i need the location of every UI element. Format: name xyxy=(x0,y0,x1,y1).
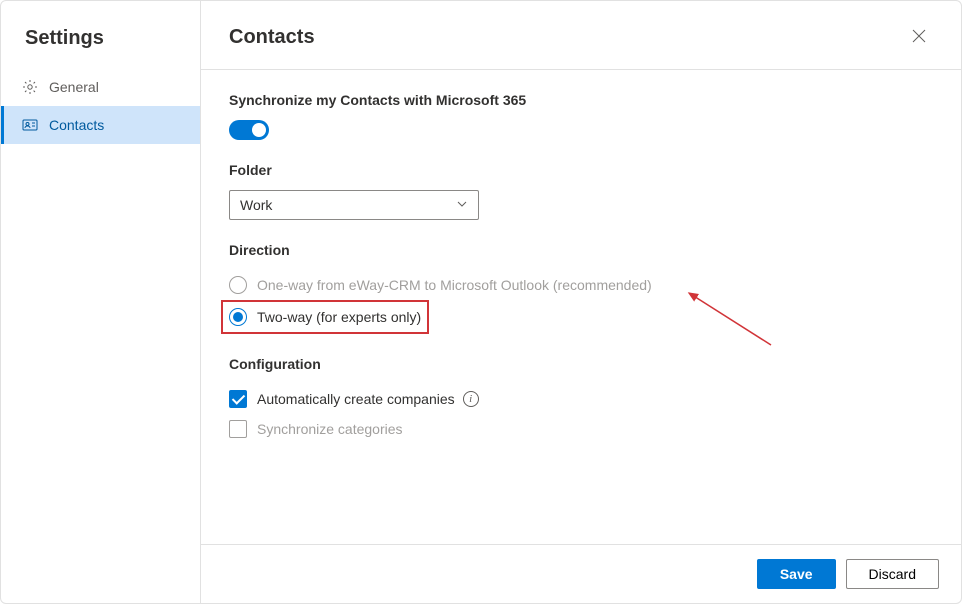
folder-label: Folder xyxy=(229,162,933,178)
radio-label: Two-way (for experts only) xyxy=(257,309,421,325)
direction-label: Direction xyxy=(229,242,933,258)
main-header: Contacts xyxy=(201,1,961,70)
radio-icon xyxy=(229,276,247,294)
config-auto-companies[interactable]: Automatically create companies i xyxy=(229,384,933,414)
direction-option-oneway[interactable]: One-way from eWay-CRM to Microsoft Outlo… xyxy=(229,270,933,300)
direction-option-twoway[interactable]: Two-way (for experts only) xyxy=(229,306,421,328)
content-area: Synchronize my Contacts with Microsoft 3… xyxy=(201,70,961,544)
sidebar-item-label: Contacts xyxy=(49,117,104,133)
folder-value: Work xyxy=(240,197,272,213)
contact-card-icon xyxy=(21,116,39,134)
chevron-down-icon xyxy=(456,197,468,213)
footer: Save Discard xyxy=(201,544,961,603)
info-icon[interactable]: i xyxy=(463,391,479,407)
sidebar-item-label: General xyxy=(49,79,99,95)
gear-icon xyxy=(21,78,39,96)
close-icon xyxy=(912,29,926,46)
configuration-label: Configuration xyxy=(229,356,933,372)
sidebar-item-general[interactable]: General xyxy=(1,68,200,106)
check-label: Automatically create companies xyxy=(257,391,455,407)
page-title: Contacts xyxy=(229,26,315,49)
checkbox-icon xyxy=(229,390,247,408)
discard-button[interactable]: Discard xyxy=(846,559,939,589)
radio-label: One-way from eWay-CRM to Microsoft Outlo… xyxy=(257,277,652,293)
folder-dropdown[interactable]: Work xyxy=(229,190,479,220)
close-button[interactable] xyxy=(905,23,933,51)
sidebar-item-contacts[interactable]: Contacts xyxy=(1,106,200,144)
save-button[interactable]: Save xyxy=(757,559,836,589)
checkbox-icon xyxy=(229,420,247,438)
radio-icon xyxy=(229,308,247,326)
sync-label: Synchronize my Contacts with Microsoft 3… xyxy=(229,92,933,108)
main-panel: Contacts Synchronize my Contacts with Mi… xyxy=(201,1,961,603)
check-label: Synchronize categories xyxy=(257,421,403,437)
sync-toggle[interactable] xyxy=(229,120,269,140)
sidebar-title: Settings xyxy=(1,19,200,68)
config-sync-categories[interactable]: Synchronize categories xyxy=(229,414,933,444)
highlight-annotation: Two-way (for experts only) xyxy=(221,300,429,334)
sidebar: Settings General Contacts xyxy=(1,1,201,603)
